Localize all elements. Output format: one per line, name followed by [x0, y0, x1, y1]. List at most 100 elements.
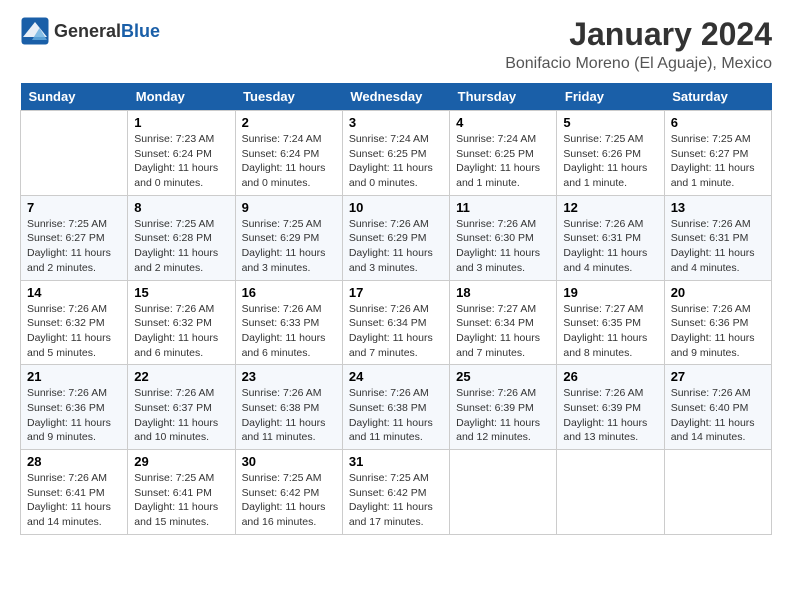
day-info: Sunrise: 7:25 AM Sunset: 6:42 PM Dayligh…: [242, 471, 336, 530]
calendar-cell: 14Sunrise: 7:26 AM Sunset: 6:32 PM Dayli…: [21, 280, 128, 365]
day-number: 7: [27, 200, 121, 215]
logo: General Blue: [20, 16, 160, 46]
calendar-cell: 12 Sunrise: 7:26 AM Sunset: 6:31 PM Dayli…: [557, 195, 664, 280]
header-thursday: Thursday: [450, 83, 557, 111]
day-info: Sunrise: 7:27 AM Sunset: 6:34 PM Dayligh…: [456, 302, 550, 361]
calendar-cell: [21, 111, 128, 196]
day-number: 14: [27, 285, 121, 300]
logo-icon: [20, 16, 50, 46]
calendar-cell: 3Sunrise: 7:24 AM Sunset: 6:25 PM Daylig…: [342, 111, 449, 196]
day-info: Sunrise: 7:23 AM Sunset: 6:24 PM Dayligh…: [134, 132, 228, 191]
calendar-cell: [664, 450, 771, 535]
day-info: Sunrise: 7:24 AM Sunset: 6:24 PM Dayligh…: [242, 132, 336, 191]
day-info: Sunrise: 7:25 AM Sunset: 6:27 PM Dayligh…: [27, 217, 121, 276]
calendar-cell: 27 Sunrise: 7:26 AM Sunset: 6:40 PM Dayli…: [664, 365, 771, 450]
calendar-cell: [557, 450, 664, 535]
calendar-cell: 19Sunrise: 7:27 AM Sunset: 6:35 PM Dayli…: [557, 280, 664, 365]
day-info: Sunrise: 7:26 AM Sunset: 6:37 PM Dayligh…: [134, 386, 228, 445]
day-info: Sunrise: 7:25 AM Sunset: 6:27 PM Dayligh…: [671, 132, 765, 191]
day-info: Sunrise: 7:26 AM Sunset: 6:32 PM Dayligh…: [134, 302, 228, 361]
calendar-cell: 20 Sunrise: 7:26 AM Sunset: 6:36 PM Dayli…: [664, 280, 771, 365]
calendar-cell: 31 Sunrise: 7:25 AM Sunset: 6:42 PM Dayli…: [342, 450, 449, 535]
day-number: 16: [242, 285, 336, 300]
calendar-cell: 23 Sunrise: 7:26 AM Sunset: 6:38 PM Dayli…: [235, 365, 342, 450]
day-number: 23: [242, 369, 336, 384]
day-number: 6: [671, 115, 765, 130]
day-number: 24: [349, 369, 443, 384]
day-number: 30: [242, 454, 336, 469]
day-number: 18: [456, 285, 550, 300]
calendar-cell: [450, 450, 557, 535]
day-number: 15: [134, 285, 228, 300]
day-number: 10: [349, 200, 443, 215]
day-info: Sunrise: 7:25 AM Sunset: 6:41 PM Dayligh…: [134, 471, 228, 530]
day-number: 13: [671, 200, 765, 215]
calendar-cell: 10 Sunrise: 7:26 AM Sunset: 6:29 PM Dayli…: [342, 195, 449, 280]
day-number: 5: [563, 115, 657, 130]
header-friday: Friday: [557, 83, 664, 111]
calendar-cell: 29 Sunrise: 7:25 AM Sunset: 6:41 PM Dayli…: [128, 450, 235, 535]
day-number: 25: [456, 369, 550, 384]
day-number: 28: [27, 454, 121, 469]
page-header: General Blue January 2024 Bonifacio More…: [20, 16, 772, 73]
day-info: Sunrise: 7:26 AM Sunset: 6:41 PM Dayligh…: [27, 471, 121, 530]
logo-general-text: General: [54, 21, 121, 42]
day-info: Sunrise: 7:26 AM Sunset: 6:38 PM Dayligh…: [349, 386, 443, 445]
main-title: January 2024: [505, 16, 772, 53]
calendar-cell: 2Sunrise: 7:24 AM Sunset: 6:24 PM Daylig…: [235, 111, 342, 196]
calendar-cell: 8Sunrise: 7:25 AM Sunset: 6:28 PM Daylig…: [128, 195, 235, 280]
day-number: 29: [134, 454, 228, 469]
day-info: Sunrise: 7:26 AM Sunset: 6:39 PM Dayligh…: [456, 386, 550, 445]
calendar-cell: 30 Sunrise: 7:25 AM Sunset: 6:42 PM Dayli…: [235, 450, 342, 535]
calendar-cell: 5 Sunrise: 7:25 AM Sunset: 6:26 PM Daylig…: [557, 111, 664, 196]
day-info: Sunrise: 7:26 AM Sunset: 6:30 PM Dayligh…: [456, 217, 550, 276]
title-area: January 2024 Bonifacio Moreno (El Aguaje…: [505, 16, 772, 73]
day-number: 1: [134, 115, 228, 130]
calendar-cell: 4 Sunrise: 7:24 AM Sunset: 6:25 PM Daylig…: [450, 111, 557, 196]
calendar-cell: 18 Sunrise: 7:27 AM Sunset: 6:34 PM Dayli…: [450, 280, 557, 365]
day-number: 9: [242, 200, 336, 215]
logo-blue-text: Blue: [121, 21, 160, 42]
header-saturday: Saturday: [664, 83, 771, 111]
calendar-table: SundayMondayTuesdayWednesdayThursdayFrid…: [20, 83, 772, 535]
day-info: Sunrise: 7:25 AM Sunset: 6:26 PM Dayligh…: [563, 132, 657, 191]
calendar-header-row: SundayMondayTuesdayWednesdayThursdayFrid…: [21, 83, 772, 111]
day-info: Sunrise: 7:26 AM Sunset: 6:31 PM Dayligh…: [563, 217, 657, 276]
subtitle: Bonifacio Moreno (El Aguaje), Mexico: [505, 55, 772, 73]
day-info: Sunrise: 7:26 AM Sunset: 6:34 PM Dayligh…: [349, 302, 443, 361]
calendar-cell: 9 Sunrise: 7:25 AM Sunset: 6:29 PM Daylig…: [235, 195, 342, 280]
calendar-cell: 6 Sunrise: 7:25 AM Sunset: 6:27 PM Daylig…: [664, 111, 771, 196]
calendar-cell: 22 Sunrise: 7:26 AM Sunset: 6:37 PM Dayli…: [128, 365, 235, 450]
header-monday: Monday: [128, 83, 235, 111]
calendar-cell: 24 Sunrise: 7:26 AM Sunset: 6:38 PM Dayli…: [342, 365, 449, 450]
day-number: 31: [349, 454, 443, 469]
calendar-cell: 11Sunrise: 7:26 AM Sunset: 6:30 PM Dayli…: [450, 195, 557, 280]
day-info: Sunrise: 7:26 AM Sunset: 6:31 PM Dayligh…: [671, 217, 765, 276]
day-number: 19: [563, 285, 657, 300]
day-info: Sunrise: 7:26 AM Sunset: 6:38 PM Dayligh…: [242, 386, 336, 445]
day-number: 12: [563, 200, 657, 215]
day-info: Sunrise: 7:25 AM Sunset: 6:29 PM Dayligh…: [242, 217, 336, 276]
day-number: 8: [134, 200, 228, 215]
day-info: Sunrise: 7:25 AM Sunset: 6:42 PM Dayligh…: [349, 471, 443, 530]
day-number: 21: [27, 369, 121, 384]
day-number: 27: [671, 369, 765, 384]
day-info: Sunrise: 7:26 AM Sunset: 6:36 PM Dayligh…: [671, 302, 765, 361]
day-info: Sunrise: 7:26 AM Sunset: 6:29 PM Dayligh…: [349, 217, 443, 276]
day-info: Sunrise: 7:24 AM Sunset: 6:25 PM Dayligh…: [456, 132, 550, 191]
day-info: Sunrise: 7:24 AM Sunset: 6:25 PM Dayligh…: [349, 132, 443, 191]
calendar-cell: 15 Sunrise: 7:26 AM Sunset: 6:32 PM Dayli…: [128, 280, 235, 365]
calendar-week-3: 14 Sunrise: 7:26 AM Sunset: 6:32 PM Dayli…: [21, 280, 772, 365]
calendar-week-2: 7 Sunrise: 7:25 AM Sunset: 6:27 PM Daylig…: [21, 195, 772, 280]
day-info: Sunrise: 7:26 AM Sunset: 6:39 PM Dayligh…: [563, 386, 657, 445]
calendar-cell: 16Sunrise: 7:26 AM Sunset: 6:33 PM Dayli…: [235, 280, 342, 365]
calendar-cell: 13 Sunrise: 7:26 AM Sunset: 6:31 PM Dayli…: [664, 195, 771, 280]
day-number: 20: [671, 285, 765, 300]
day-number: 22: [134, 369, 228, 384]
calendar-week-4: 21Sunrise: 7:26 AM Sunset: 6:36 PM Dayli…: [21, 365, 772, 450]
day-info: Sunrise: 7:26 AM Sunset: 6:40 PM Dayligh…: [671, 386, 765, 445]
calendar-cell: 1 Sunrise: 7:23 AM Sunset: 6:24 PM Daylig…: [128, 111, 235, 196]
day-number: 4: [456, 115, 550, 130]
calendar-week-5: 28 Sunrise: 7:26 AM Sunset: 6:41 PM Dayli…: [21, 450, 772, 535]
calendar-week-1: 1 Sunrise: 7:23 AM Sunset: 6:24 PM Daylig…: [21, 111, 772, 196]
